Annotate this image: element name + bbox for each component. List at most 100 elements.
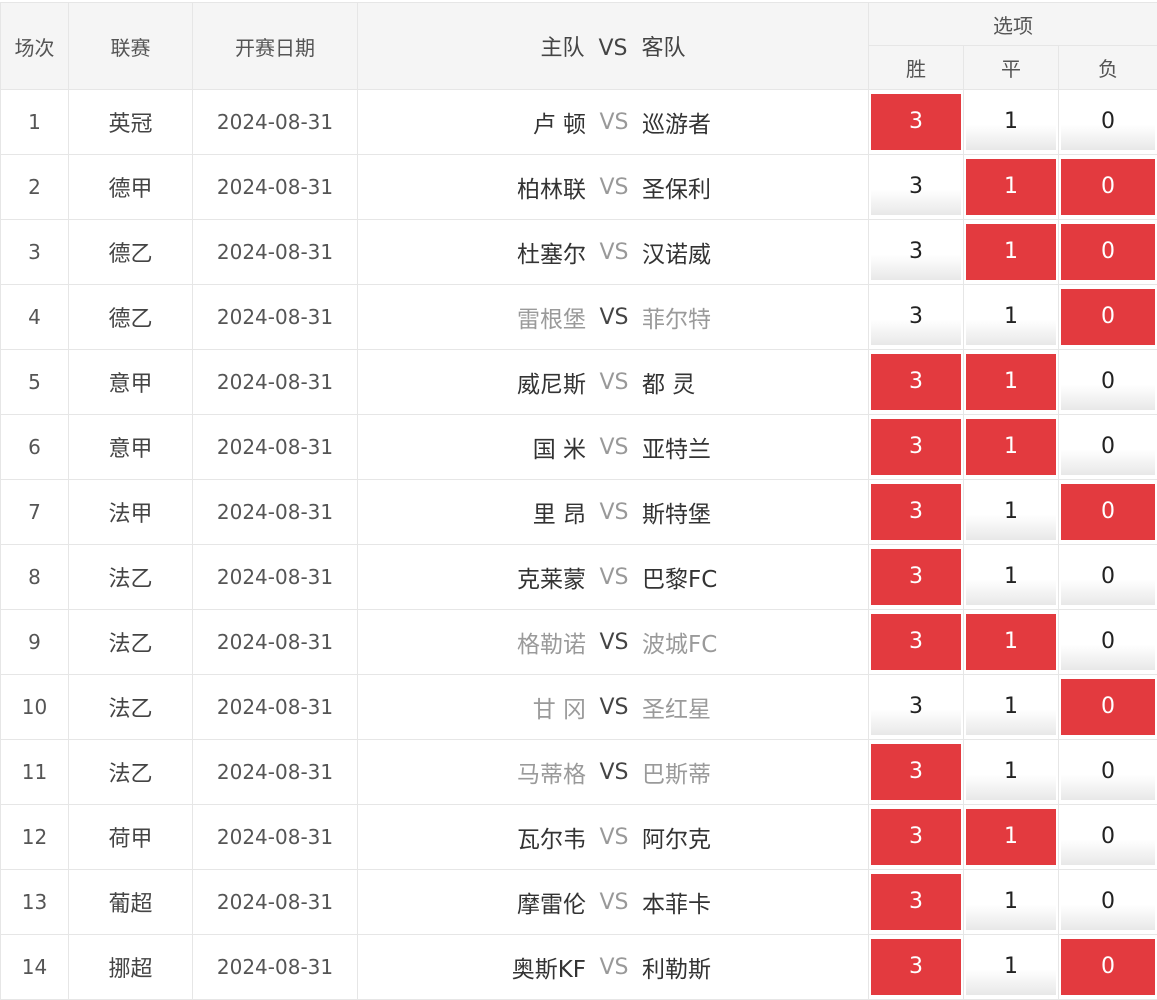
option-loss-button[interactable]: 0 [1061,744,1155,800]
option-cell-draw: 1 [964,480,1059,545]
matchup-cell: 国 米VS亚特兰 [358,415,869,480]
matchup: 卢 顿VS巡游者 [358,90,868,154]
option-draw-button[interactable]: 1 [966,289,1056,345]
option-win-button[interactable]: 3 [871,679,961,735]
option-win-button[interactable]: 3 [871,94,961,150]
option-win-button[interactable]: 3 [871,419,961,475]
matchup-cell: 卢 顿VS巡游者 [358,90,869,155]
option-cell-loss: 0 [1059,155,1157,220]
option-cell-win: 3 [869,870,964,935]
option-cell-draw: 1 [964,285,1059,350]
option-win-button[interactable]: 3 [871,614,961,670]
table-row: 11法乙2024-08-31马蒂格VS巴斯蒂310 [1,740,1157,805]
match-number: 9 [1,610,69,675]
option-draw-button[interactable]: 1 [966,744,1056,800]
option-cell-draw: 1 [964,350,1059,415]
matchup-cell: 奥斯KFVS利勒斯 [358,935,869,1000]
option-draw-button[interactable]: 1 [966,94,1056,150]
option-cell-draw: 1 [964,220,1059,285]
home-team: 摩雷伦 [358,885,586,919]
option-cell-loss: 0 [1059,935,1157,1000]
vs-label: VS [586,630,642,655]
header-matchup: 主队 VS 客队 [358,3,869,90]
league-name: 意甲 [69,415,193,480]
option-win-button[interactable]: 3 [871,549,961,605]
matchup-cell: 甘 冈VS圣红星 [358,675,869,740]
option-cell-draw: 1 [964,870,1059,935]
option-loss-button[interactable]: 0 [1061,159,1155,215]
option-loss-button[interactable]: 0 [1061,809,1155,865]
option-draw-button[interactable]: 1 [966,484,1056,540]
vs-label: VS [586,370,642,395]
option-win-button[interactable]: 3 [871,289,961,345]
vs-label: VS [586,760,642,785]
table-row: 7法甲2024-08-31里 昂VS斯特堡310 [1,480,1157,545]
match-date: 2024-08-31 [193,415,358,480]
table-row: 13葡超2024-08-31摩雷伦VS本菲卡310 [1,870,1157,935]
header-date: 开赛日期 [193,3,358,90]
option-cell-win: 3 [869,350,964,415]
option-win-button[interactable]: 3 [871,354,961,410]
league-name: 英冠 [69,90,193,155]
home-team: 甘 冈 [358,690,586,724]
table-row: 12荷甲2024-08-31瓦尔韦VS阿尔克310 [1,805,1157,870]
option-draw-button[interactable]: 1 [966,224,1056,280]
league-name: 葡超 [69,870,193,935]
away-team: 菲尔特 [642,300,868,334]
option-loss-button[interactable]: 0 [1061,484,1155,540]
option-draw-button[interactable]: 1 [966,159,1056,215]
table-row: 9法乙2024-08-31格勒诺VS波城FC310 [1,610,1157,675]
option-win-button[interactable]: 3 [871,484,961,540]
option-win-button[interactable]: 3 [871,744,961,800]
vs-label: VS [586,955,642,980]
home-team: 格勒诺 [358,625,586,659]
option-cell-draw: 1 [964,545,1059,610]
option-win-button[interactable]: 3 [871,159,961,215]
option-loss-button[interactable]: 0 [1061,939,1155,995]
vs-label: VS [586,110,642,135]
option-loss-button[interactable]: 0 [1061,224,1155,280]
matchup: 甘 冈VS圣红星 [358,675,868,739]
match-date: 2024-08-31 [193,610,358,675]
option-draw-button[interactable]: 1 [966,419,1056,475]
option-draw-button[interactable]: 1 [966,939,1056,995]
away-team: 斯特堡 [642,495,868,529]
league-name: 法乙 [69,675,193,740]
option-cell-loss: 0 [1059,870,1157,935]
match-date: 2024-08-31 [193,740,358,805]
matchup-cell: 雷根堡VS菲尔特 [358,285,869,350]
option-loss-button[interactable]: 0 [1061,419,1155,475]
option-win-button[interactable]: 3 [871,809,961,865]
matchup-cell: 里 昂VS斯特堡 [358,480,869,545]
option-loss-button[interactable]: 0 [1061,874,1155,930]
option-loss-button[interactable]: 0 [1061,94,1155,150]
option-win-button[interactable]: 3 [871,939,961,995]
option-win-button[interactable]: 3 [871,224,961,280]
away-team: 汉诺威 [642,235,868,269]
option-draw-button[interactable]: 1 [966,679,1056,735]
match-number: 12 [1,805,69,870]
away-team: 阿尔克 [642,820,868,854]
home-team: 卢 顿 [358,105,586,139]
option-cell-win: 3 [869,285,964,350]
option-loss-button[interactable]: 0 [1061,354,1155,410]
option-cell-win: 3 [869,155,964,220]
option-loss-button[interactable]: 0 [1061,679,1155,735]
matchup-cell: 克莱蒙VS巴黎FC [358,545,869,610]
option-win-button[interactable]: 3 [871,874,961,930]
league-name: 法乙 [69,545,193,610]
option-draw-button[interactable]: 1 [966,614,1056,670]
option-loss-button[interactable]: 0 [1061,289,1155,345]
option-draw-button[interactable]: 1 [966,809,1056,865]
away-team: 波城FC [642,625,868,659]
match-number: 2 [1,155,69,220]
option-loss-button[interactable]: 0 [1061,549,1155,605]
home-team: 威尼斯 [358,365,586,399]
option-cell-loss: 0 [1059,90,1157,155]
option-draw-button[interactable]: 1 [966,549,1056,605]
option-loss-button[interactable]: 0 [1061,614,1155,670]
option-draw-button[interactable]: 1 [966,354,1056,410]
option-cell-loss: 0 [1059,545,1157,610]
option-draw-button[interactable]: 1 [966,874,1056,930]
option-cell-loss: 0 [1059,220,1157,285]
